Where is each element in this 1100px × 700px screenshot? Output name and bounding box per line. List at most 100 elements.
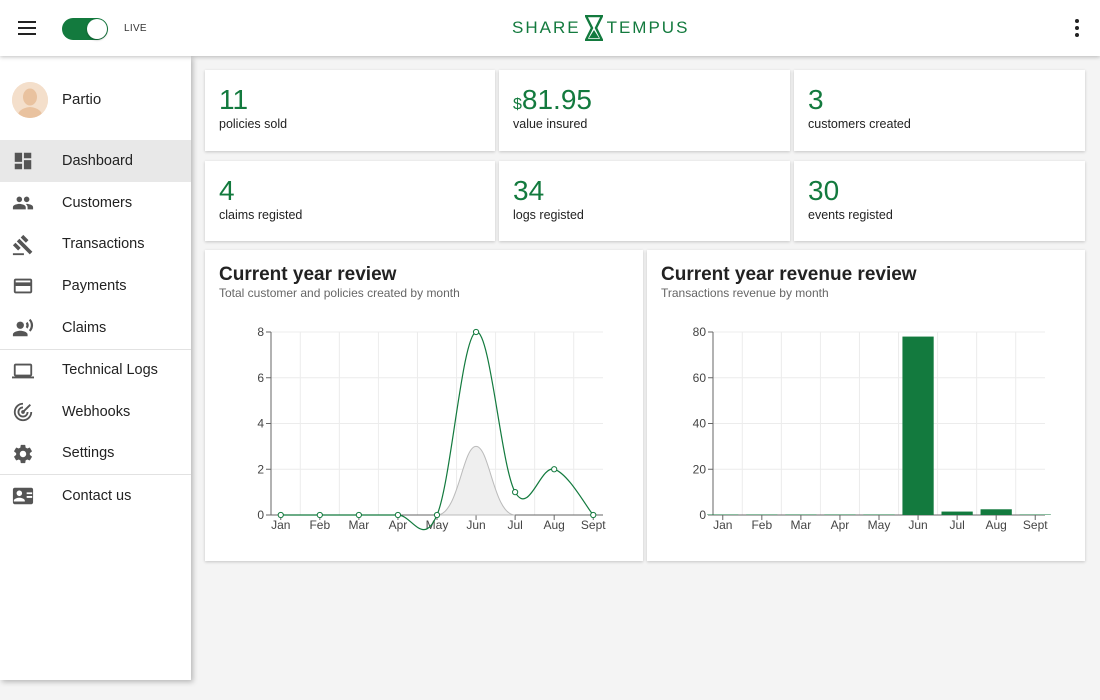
sidebar-item-label: Transactions [62, 236, 145, 253]
x-tick-label: Aug [985, 518, 1006, 532]
gavel-icon [12, 234, 33, 255]
sidebar-item-label: Claims [62, 320, 107, 337]
sidebar-item-customers[interactable]: Customers [0, 182, 191, 224]
dashboard-icon [14, 152, 32, 170]
bar [1019, 514, 1051, 515]
sidebar-item-webhooks[interactable]: Webhooks [0, 391, 191, 433]
person-avatar-icon [12, 82, 48, 118]
x-tick-label: Jan [713, 518, 732, 532]
stat-value: 4 [219, 175, 235, 206]
sidebar-item-label: Payments [62, 278, 127, 295]
top-app-bar: LIVE SHARE TEMPUS [0, 0, 1100, 56]
stat-label: claims registed [219, 208, 303, 222]
stat-card-logs-registed: 34 logs registed [499, 161, 790, 241]
y-tick-label: 60 [693, 371, 707, 385]
y-tick-label: 6 [257, 371, 264, 385]
laptop-icon [12, 363, 34, 379]
logo-text-left: SHARE [512, 18, 581, 37]
stat-label: customers created [808, 117, 911, 131]
x-tick-label: Sept [1023, 518, 1048, 532]
data-point [512, 489, 519, 496]
more-vertical-icon [1075, 19, 1079, 37]
more-options-button[interactable] [1072, 18, 1082, 38]
stat-card-value-insured: $81.95 value insured [499, 70, 790, 151]
x-tick-label: Jun [908, 518, 927, 532]
y-tick-label: 40 [693, 417, 707, 431]
bar [707, 514, 739, 515]
sidebar-item-transactions[interactable]: Transactions [0, 224, 191, 266]
bar [941, 511, 973, 515]
sidebar-item-label: Webhooks [62, 403, 131, 420]
live-label: LIVE [124, 23, 147, 34]
y-tick-label: 0 [257, 508, 264, 522]
sidebar-item-label: Contact us [62, 487, 132, 504]
stat-card-policies-sold: 11 policies sold [205, 70, 495, 151]
stat-value: 11 [219, 84, 249, 115]
x-tick-label: Feb [751, 518, 772, 532]
data-point [590, 511, 597, 519]
x-tick-label: Jul [949, 518, 964, 532]
y-tick-label: 8 [257, 325, 264, 339]
line-series [280, 331, 594, 531]
chart-title: Current year review [219, 264, 397, 285]
user-profile[interactable]: Partio [0, 56, 191, 140]
currency-symbol: $ [513, 96, 522, 113]
x-tick-label: Jun [466, 518, 485, 532]
sidebar-item-dashboard[interactable]: Dashboard [0, 140, 191, 182]
stat-value: 3 [808, 84, 824, 115]
x-tick-label: May [868, 518, 891, 532]
x-tick-label: Sept [581, 518, 606, 532]
chart-title: Current year revenue review [661, 264, 917, 285]
people-icon [12, 196, 34, 210]
revenue-chart-card: Current year revenue review Transactions… [647, 250, 1085, 561]
sidebar-item-payments[interactable]: Payments [0, 265, 191, 307]
stat-value: 30 [808, 175, 840, 206]
sidebar: Partio Dashboard Customers Transactions … [0, 56, 191, 680]
chart-subtitle: Transactions revenue by month [661, 286, 829, 300]
live-mode-toggle[interactable] [62, 18, 108, 40]
y-tick-label: 0 [699, 508, 706, 522]
data-point [277, 511, 284, 519]
x-tick-label: May [426, 518, 449, 532]
y-tick-label: 2 [257, 462, 264, 476]
x-tick-label: Mar [349, 518, 370, 532]
stat-card-customers-created: 3 customers created [794, 70, 1085, 151]
data-point [433, 511, 441, 519]
sidebar-item-technical-logs[interactable]: Technical Logs [0, 348, 191, 391]
stat-value-wrapper: $81.95 [513, 84, 592, 116]
sidebar-item-settings[interactable]: Settings [0, 433, 191, 475]
y-tick-label: 20 [693, 462, 707, 476]
stat-label: value insured [513, 117, 588, 131]
hourglass-logo-icon [584, 15, 603, 41]
x-tick-label: Jul [507, 518, 522, 532]
sidebar-item-claims[interactable]: Claims [0, 307, 191, 349]
data-point [394, 511, 402, 519]
menu-button[interactable] [14, 16, 40, 40]
data-point [472, 328, 480, 336]
sidebar-item-contact-us[interactable]: Contact us [0, 474, 191, 516]
y-tick-label: 80 [693, 325, 707, 339]
x-tick-label: Feb [309, 518, 330, 532]
bar [902, 336, 934, 515]
review-chart-card: Current year review Total customer and p… [205, 250, 643, 561]
stat-label: events registed [808, 208, 893, 222]
stat-value: 81.95 [521, 84, 592, 115]
data-point [355, 511, 362, 519]
bar [863, 514, 895, 515]
chart-subtitle: Total customer and policies created by m… [219, 286, 460, 300]
bar [980, 509, 1012, 515]
x-tick-label: Apr [831, 518, 850, 532]
stat-label: policies sold [219, 117, 288, 131]
x-tick-label: Jan [271, 518, 290, 532]
stat-label: logs registed [513, 208, 584, 222]
record-voice-icon [12, 319, 34, 337]
sidebar-item-label: Customers [62, 194, 133, 211]
user-name: Partio [62, 91, 102, 108]
contact-card-icon [12, 488, 34, 505]
gear-icon [14, 444, 32, 463]
data-point [551, 466, 558, 473]
bar [746, 514, 778, 515]
review-line-chart: 0 2 4 6 8 Jan Feb Mar Apr May Jun Jul Aug Sept [257, 325, 606, 532]
logo-text-right: TEMPUS [606, 18, 690, 37]
area-series [436, 445, 516, 516]
